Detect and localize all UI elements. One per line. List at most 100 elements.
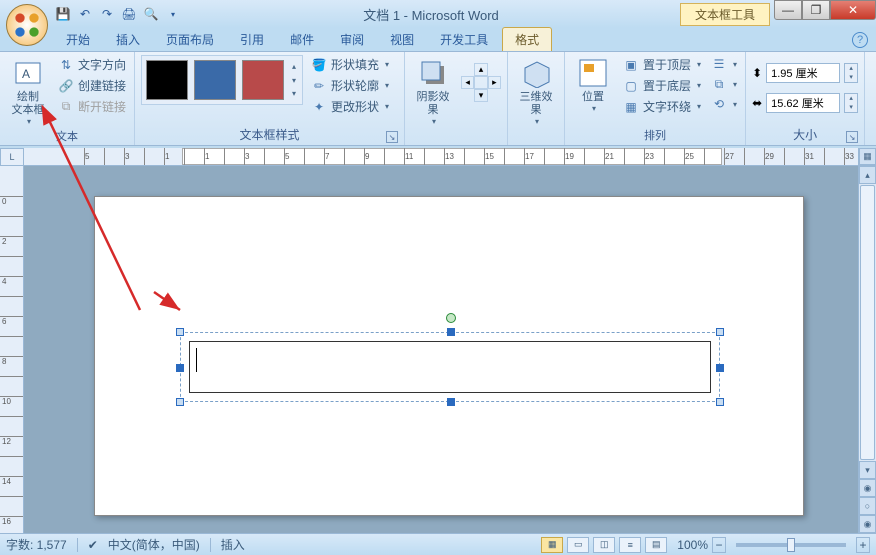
handle-ne[interactable] <box>716 328 724 336</box>
gallery-down-icon[interactable]: ▾ <box>292 76 296 85</box>
ruler-corner[interactable]: L <box>0 148 24 166</box>
text-direction-button[interactable]: ⇅文字方向 <box>56 55 128 74</box>
fill-icon: 🪣 <box>311 57 327 73</box>
handle-sw[interactable] <box>176 398 184 406</box>
height-input[interactable] <box>766 63 840 83</box>
zoom-in-button[interactable]: + <box>856 537 870 553</box>
rotate-button[interactable]: ⟲▾ <box>709 95 739 113</box>
break-link-button[interactable]: ⧉断开链接 <box>56 97 128 116</box>
zoom-level[interactable]: 100% <box>677 538 708 552</box>
align-button[interactable]: ☰▾ <box>709 55 739 73</box>
group-arrange: 位置 ▾ ▣置于顶层▾ ▢置于底层▾ ▦文字环绕▾ ☰▾ ⧉▾ ⟲▾ 排列 <box>565 52 746 145</box>
view-draft[interactable]: ▤ <box>645 537 667 553</box>
vertical-scrollbar[interactable]: ▦ <box>858 148 876 166</box>
style-swatch-2[interactable] <box>194 60 236 100</box>
style-gallery[interactable]: ▴ ▾ ▾ <box>141 55 303 105</box>
view-outline[interactable]: ≡ <box>619 537 641 553</box>
undo-icon[interactable]: ↶ <box>76 5 94 23</box>
style-swatch-3[interactable] <box>242 60 284 100</box>
chevron-down-icon: ▾ <box>385 102 389 111</box>
draw-textbox-button[interactable]: A 绘制 文本框 ▾ <box>6 55 50 128</box>
maximize-button[interactable]: ❐ <box>802 0 830 20</box>
zoom-slider[interactable] <box>736 543 846 547</box>
shape-outline-button[interactable]: ✏形状轮廓▾ <box>309 76 391 95</box>
vertical-ruler[interactable]: 024681012141618 <box>0 166 24 533</box>
threeD-effect-button[interactable]: 三维效果 ▾ <box>514 55 558 128</box>
text-cursor <box>196 348 197 372</box>
handle-nw[interactable] <box>176 328 184 336</box>
group-button[interactable]: ⧉▾ <box>709 75 739 93</box>
text-direction-icon: ⇅ <box>58 57 74 73</box>
window-controls: — ❐ ✕ <box>774 0 876 20</box>
dialog-launcher-icon[interactable]: ↘ <box>386 131 398 143</box>
zoom-knob[interactable] <box>787 538 795 552</box>
spellcheck-icon[interactable]: ✔ <box>88 538 98 552</box>
tab-insert[interactable]: 插入 <box>104 28 152 51</box>
handle-e[interactable] <box>716 364 724 372</box>
page[interactable] <box>94 196 804 516</box>
tab-layout[interactable]: 页面布局 <box>154 28 226 51</box>
preview-icon[interactable]: 🔍 <box>142 5 160 23</box>
position-button[interactable]: 位置 ▾ <box>571 55 615 115</box>
nudge-down[interactable]: ▾ <box>474 89 487 102</box>
width-input[interactable] <box>766 93 840 113</box>
bring-front-label: 置于顶层 <box>643 56 691 73</box>
dialog-launcher-icon[interactable]: ↘ <box>846 131 858 143</box>
next-page-icon[interactable]: ◉ <box>859 515 876 533</box>
nudge-left[interactable]: ◂ <box>461 76 474 89</box>
document-viewport[interactable] <box>24 166 858 533</box>
height-spinner[interactable]: ▴▾ <box>844 63 858 83</box>
style-swatch-1[interactable] <box>146 60 188 100</box>
handle-w[interactable] <box>176 364 184 372</box>
zoom-out-button[interactable]: − <box>712 537 726 553</box>
nudge-up[interactable]: ▴ <box>474 63 487 76</box>
tab-review[interactable]: 审阅 <box>328 28 376 51</box>
bring-front-button[interactable]: ▣置于顶层▾ <box>621 55 703 74</box>
tab-mail[interactable]: 邮件 <box>278 28 326 51</box>
scroll-down-icon[interactable]: ▾ <box>859 461 876 479</box>
view-print-layout[interactable]: ▦ <box>541 537 563 553</box>
tab-developer[interactable]: 开发工具 <box>428 28 500 51</box>
shape-fill-button[interactable]: 🪣形状填充▾ <box>309 55 391 74</box>
handle-n[interactable] <box>447 328 455 336</box>
ruler-toggle[interactable]: ▦ <box>859 148 876 165</box>
create-link-button[interactable]: 🔗创建链接 <box>56 76 128 95</box>
help-button[interactable]: ? <box>852 32 868 48</box>
view-full-reading[interactable]: ▭ <box>567 537 589 553</box>
shadow-effect-button[interactable]: 阴影效果 ▾ <box>411 55 455 128</box>
language-status[interactable]: 中文(简体，中国) <box>108 536 200 553</box>
scroll-up-icon[interactable]: ▴ <box>859 166 876 184</box>
vertical-scrollbar-track[interactable]: ▴ ▾ ◉ ○ ◉ <box>858 166 876 533</box>
nudge-right[interactable]: ▸ <box>488 76 501 89</box>
print-icon[interactable]: 🖨 <box>120 5 138 23</box>
tab-format[interactable]: 格式 <box>502 27 552 51</box>
gallery-up-icon[interactable]: ▴ <box>292 62 296 71</box>
handle-s[interactable] <box>447 398 455 406</box>
insert-mode[interactable]: 插入 <box>221 536 245 553</box>
view-web[interactable]: ◫ <box>593 537 615 553</box>
minimize-button[interactable]: — <box>774 0 802 20</box>
prev-page-icon[interactable]: ◉ <box>859 479 876 497</box>
textbox-selection[interactable] <box>180 332 720 402</box>
textbox[interactable] <box>189 341 711 393</box>
tab-home[interactable]: 开始 <box>54 28 102 51</box>
width-spinner[interactable]: ▴▾ <box>844 93 858 113</box>
tab-view[interactable]: 视图 <box>378 28 426 51</box>
qat-more-icon[interactable]: ▾ <box>164 5 182 23</box>
rotate-handle[interactable] <box>446 313 456 323</box>
gallery-more-icon[interactable]: ▾ <box>292 89 296 98</box>
horizontal-ruler[interactable]: 53113579111315171921232527293133 <box>24 148 858 166</box>
group-textbox-styles: ▴ ▾ ▾ 🪣形状填充▾ ✏形状轮廓▾ ✦更改形状▾ 文本框样式↘ <box>135 52 405 145</box>
send-back-button[interactable]: ▢置于底层▾ <box>621 76 703 95</box>
save-icon[interactable]: 💾 <box>54 5 72 23</box>
text-wrap-button[interactable]: ▦文字环绕▾ <box>621 97 703 116</box>
browse-object-icon[interactable]: ○ <box>859 497 876 515</box>
redo-icon[interactable]: ↷ <box>98 5 116 23</box>
scroll-thumb[interactable] <box>860 185 875 460</box>
change-shape-button[interactable]: ✦更改形状▾ <box>309 97 391 116</box>
word-count[interactable]: 字数: 1,577 <box>6 536 67 553</box>
handle-se[interactable] <box>716 398 724 406</box>
close-button[interactable]: ✕ <box>830 0 876 20</box>
tab-reference[interactable]: 引用 <box>228 28 276 51</box>
office-button[interactable] <box>6 4 48 46</box>
